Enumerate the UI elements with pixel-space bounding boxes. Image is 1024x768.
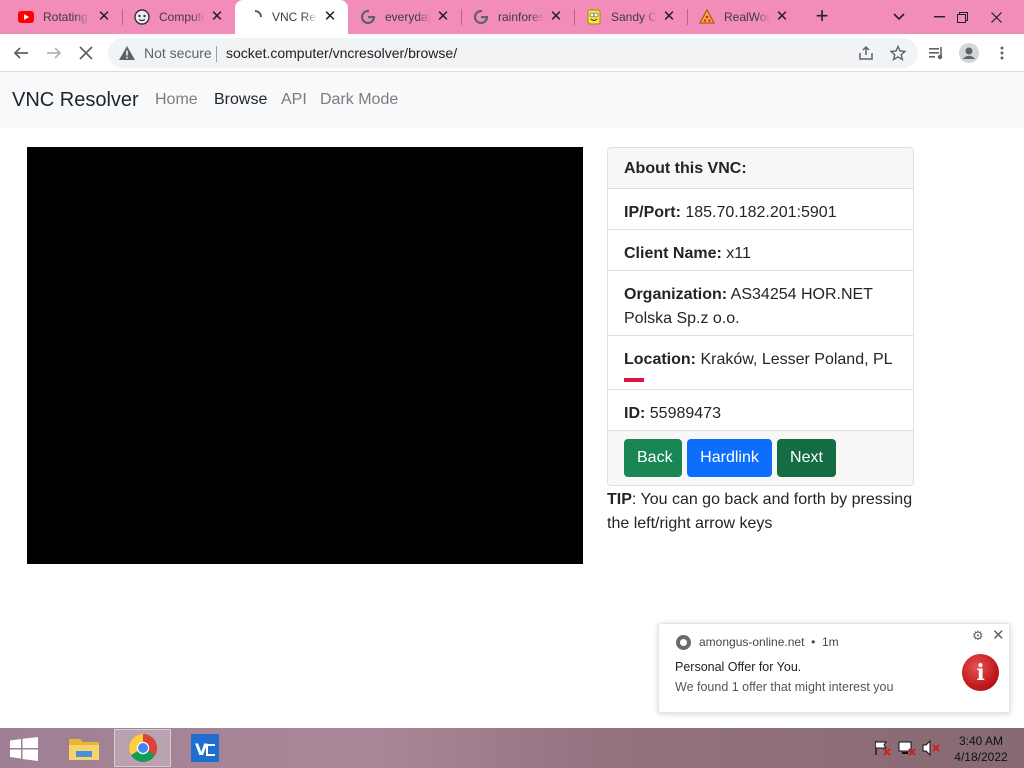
tab-title: rainforest — [498, 10, 544, 24]
next-button[interactable]: Next — [777, 439, 836, 477]
tab-title: Rotating — [43, 10, 88, 24]
client-name-label: Client Name: — [624, 245, 722, 262]
notification-source: amongus-online.net • 1m — [699, 635, 839, 649]
card-footer: Back Hardlink Next — [608, 431, 913, 485]
ip-port-label: IP/Port: — [624, 204, 681, 221]
tab-rotating[interactable]: Rotating ✕ — [6, 0, 122, 34]
tab-title: VNC Resolver — [272, 10, 318, 24]
computer-icon — [134, 9, 150, 25]
organization-label: Organization: — [624, 286, 728, 303]
windows-taskbar: V 3:40 AM 4/18/2022 — [0, 728, 1024, 768]
media-control-icon[interactable] — [925, 42, 949, 64]
tab-title: Sandy Cheeks — [611, 10, 657, 24]
tab-vnc-resolver[interactable]: VNC Resolver ✕ — [235, 0, 348, 34]
youtube-icon — [18, 9, 34, 25]
info-icon: i — [962, 654, 999, 691]
tab-sandy-cheeks[interactable]: Sandy Cheeks ✕ — [574, 0, 687, 34]
back-button[interactable]: Back — [624, 439, 682, 477]
browser-toolbar: Not secure socket.computer/vncresolver/b… — [0, 34, 1024, 72]
site-brand[interactable]: VNC Resolver — [12, 89, 139, 112]
client-name-value: x11 — [726, 245, 751, 262]
spongebob-icon — [586, 9, 602, 25]
close-icon[interactable]: ✕ — [435, 9, 451, 25]
close-icon[interactable]: ✕ — [548, 9, 564, 25]
divider — [216, 46, 217, 62]
volume-muted-icon[interactable] — [922, 739, 940, 757]
security-label: Not secure — [144, 45, 212, 61]
system-clock[interactable]: 3:40 AM 4/18/2022 — [946, 733, 1016, 765]
tab-title: everyday — [385, 10, 431, 24]
tab-title: Computer — [159, 10, 205, 24]
close-icon[interactable]: ✕ — [209, 9, 225, 25]
action-center-flag-icon[interactable] — [873, 740, 891, 756]
security-indicator[interactable]: Not secure — [118, 45, 212, 61]
tip-text: TIP: You can go back and forth by pressi… — [607, 488, 919, 536]
tab-title: RealWorld — [724, 10, 770, 24]
pizza-icon — [699, 9, 715, 25]
id-value: 55989473 — [649, 405, 721, 422]
tab-realworld[interactable]: RealWorld ✕ — [687, 0, 800, 34]
tab-everyday[interactable]: everyday ✕ — [348, 0, 461, 34]
location-label: Location: — [624, 351, 696, 368]
hardlink-button[interactable]: Hardlink — [687, 439, 772, 477]
address-bar[interactable]: Not secure socket.computer/vncresolver/b… — [108, 38, 918, 68]
menu-kebab-icon[interactable] — [990, 42, 1014, 64]
close-icon[interactable]: ✕ — [774, 9, 790, 25]
nav-browse[interactable]: Browse — [214, 91, 267, 109]
star-icon[interactable] — [887, 43, 909, 63]
network-icon[interactable] — [898, 740, 916, 756]
location-value: Kraków, Lesser Poland, PL — [700, 351, 893, 368]
close-icon[interactable]: ✕ — [661, 9, 677, 25]
organization-row: Organization: AS34254 HOR.NET Polska Sp.… — [608, 271, 913, 336]
clock-date: 4/18/2022 — [954, 750, 1008, 764]
close-icon[interactable]: ✕ — [96, 9, 112, 25]
ip-port-value: 185.70.182.201:5901 — [685, 204, 837, 221]
close-icon[interactable]: ✕ — [992, 626, 1005, 644]
vnc-screenshot — [27, 147, 583, 564]
stop-loading-icon[interactable] — [74, 42, 98, 64]
chrome-icon — [676, 635, 691, 650]
google-icon — [473, 9, 489, 25]
clock-time: 3:40 AM — [958, 734, 1004, 748]
tip-body: : You can go back and forth by pressing … — [607, 491, 913, 532]
browser-tab-strip: Rotating ✕ Computer ✕ VNC Resolver ✕ eve… — [0, 0, 1024, 34]
client-name-row: Client Name: x11 — [608, 230, 913, 271]
close-icon[interactable]: ✕ — [322, 9, 338, 25]
close-window-icon[interactable] — [976, 0, 1016, 34]
windows-start-icon[interactable] — [10, 737, 38, 761]
gear-icon[interactable]: ⚙ — [972, 628, 984, 644]
id-row: ID: 55989473 — [608, 390, 913, 431]
warning-icon — [119, 46, 135, 60]
url-text[interactable]: socket.computer/vncresolver/browse/ — [226, 45, 457, 61]
google-icon — [360, 9, 376, 25]
tip-label: TIP — [607, 491, 632, 508]
location-row: Location: Kraków, Lesser Poland, PL — [608, 336, 913, 390]
notification-site: amongus-online.net — [699, 635, 805, 649]
notification-toast[interactable]: amongus-online.net • 1m ⚙ ✕ Personal Off… — [658, 623, 1010, 713]
profile-avatar-icon[interactable] — [957, 42, 981, 64]
card-header: About this VNC: — [608, 148, 913, 189]
loading-icon — [247, 9, 263, 25]
notification-time: 1m — [821, 635, 839, 649]
file-explorer-icon[interactable] — [55, 729, 112, 767]
tab-search-chevron-icon[interactable] — [879, 0, 919, 34]
share-icon[interactable] — [855, 43, 877, 63]
forward-arrow-icon[interactable] — [42, 42, 66, 64]
tab-rainforest[interactable]: rainforest ✕ — [461, 0, 574, 34]
site-navbar: VNC Resolver Home Browse API Dark Mode — [0, 72, 1024, 128]
chrome-taskbar-icon[interactable] — [114, 729, 171, 767]
back-arrow-icon[interactable] — [9, 42, 33, 64]
poland-flag-icon — [624, 375, 644, 382]
notification-title: Personal Offer for You. — [675, 660, 802, 674]
ip-port-row: IP/Port: 185.70.182.201:5901 — [608, 189, 913, 230]
tab-computer[interactable]: Computer ✕ — [122, 0, 235, 34]
id-label: ID: — [624, 405, 646, 422]
nav-home[interactable]: Home — [155, 91, 198, 109]
nav-dark-mode[interactable]: Dark Mode — [320, 91, 398, 109]
vnc-viewer-icon[interactable]: V — [176, 729, 233, 767]
notification-body: We found 1 offer that might interest you — [675, 680, 894, 694]
vnc-info-card: About this VNC: IP/Port: 185.70.182.201:… — [607, 147, 914, 486]
new-tab-button[interactable]: + — [809, 4, 835, 30]
nav-api[interactable]: API — [281, 91, 307, 109]
